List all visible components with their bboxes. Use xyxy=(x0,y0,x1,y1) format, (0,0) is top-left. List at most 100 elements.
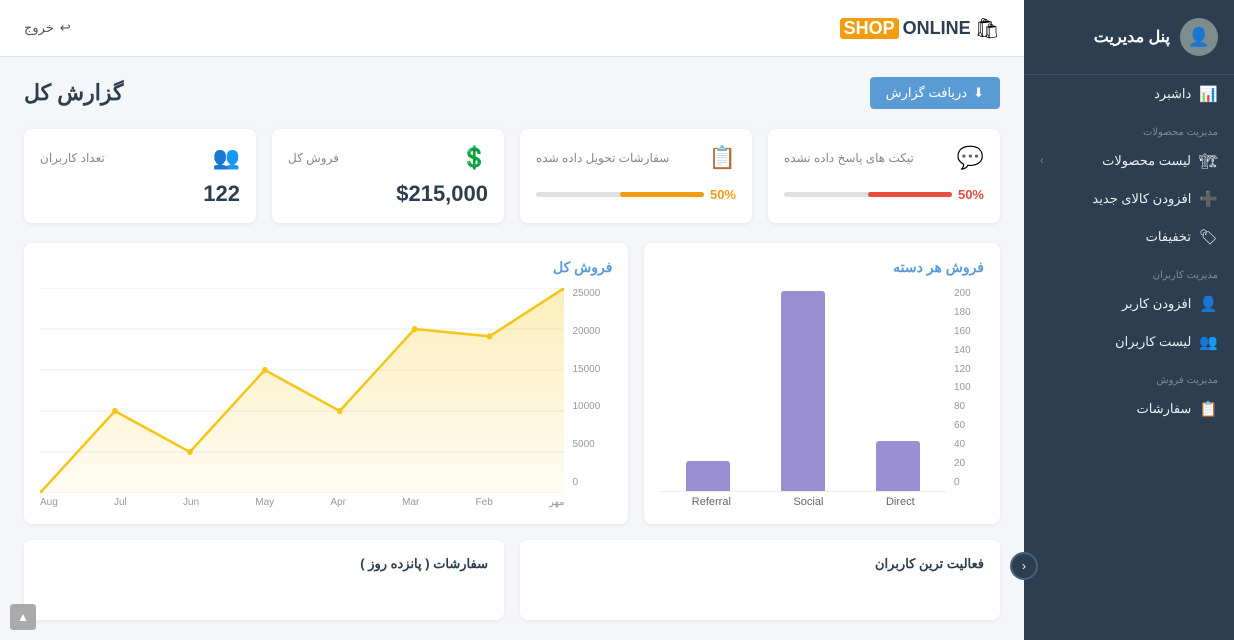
orders-icon: 📋 xyxy=(1199,400,1218,418)
sidebar-item-label: لیست محصولات xyxy=(1102,153,1191,169)
bar-social-rect xyxy=(781,291,825,491)
sidebar-toggle-button[interactable]: ‹ xyxy=(1010,552,1038,580)
dot xyxy=(262,367,268,373)
x-label: مهر xyxy=(549,497,564,508)
x-label: Jul xyxy=(114,497,127,508)
download-icon: ⬇ xyxy=(973,85,984,101)
line-chart-card: فروش کل 25000 20000 15000 10000 5000 0 xyxy=(24,243,628,524)
bottom-orders-title: فعالیت ترین کاربران xyxy=(536,556,984,572)
stat-card-tickets: 💬 تیکت های پاسخ داده نشده 50% xyxy=(768,129,1000,223)
section-label-users: مدیریت کاربران xyxy=(1024,256,1234,285)
sidebar-item-dashboard[interactable]: 📊 داشبرد xyxy=(1024,75,1234,113)
users-value: 122 xyxy=(40,181,240,207)
user-list-icon: 👥 xyxy=(1199,333,1218,351)
report-button[interactable]: ⬇ دریافت گزارش xyxy=(870,77,1000,109)
y-label: 100 xyxy=(954,382,971,393)
sidebar-item-user-list[interactable]: 👥 لیست کاربران xyxy=(1024,323,1234,361)
topbar: 🛍 ONLINE SHOP ↩ خروج xyxy=(0,0,1024,57)
section-label-products: مدیریت محصولات xyxy=(1024,113,1234,142)
bar-referral xyxy=(686,461,730,491)
chevron-icon: › xyxy=(1040,155,1044,167)
stat-card-orders: 📋 سفارشات تحویل داده شده 50% xyxy=(520,129,752,223)
sidebar-item-product-list[interactable]: 🏗 لیست محصولات › xyxy=(1024,142,1234,180)
orders-bar-bg xyxy=(536,192,704,197)
x-label: Apr xyxy=(330,497,346,508)
x-label: Aug xyxy=(40,497,58,508)
y-label: 80 xyxy=(954,401,965,412)
line-chart-title: فروش کل xyxy=(40,259,612,276)
bar-chart-title: فروش هر دسته xyxy=(660,259,984,276)
bar-label-direct: Direct xyxy=(886,496,915,508)
exit-arrow-icon: ↩ xyxy=(60,20,71,36)
dashboard-icon: 📊 xyxy=(1199,85,1218,103)
sidebar-item-label: تخفیفات xyxy=(1146,229,1191,245)
x-label: Feb xyxy=(476,497,493,508)
sales-icon: 💲 xyxy=(461,145,488,171)
bar-social xyxy=(781,291,825,491)
dot xyxy=(112,408,118,414)
scroll-up-btn[interactable]: ▲ xyxy=(10,604,36,630)
ly-label: 20000 xyxy=(572,326,600,337)
bottom-card-orders: فعالیت ترین کاربران xyxy=(520,540,1000,620)
ly-label: 15000 xyxy=(572,364,600,375)
add-product-icon: ➕ xyxy=(1199,190,1218,208)
bar-chart-card: فروش هر دسته 200 180 160 140 120 100 80 … xyxy=(644,243,1000,524)
sales-value: $215,000 xyxy=(288,181,488,207)
orders-stat-icon: 📋 xyxy=(709,145,736,171)
orders-pct: 50% xyxy=(710,187,736,202)
sidebar-item-discounts[interactable]: 🏷 تخفیفات xyxy=(1024,218,1234,256)
tickets-icon: 💬 xyxy=(957,145,984,171)
stat-card-sales: 💲 فروش کل $215,000 xyxy=(272,129,504,223)
line-chart-svg xyxy=(40,288,564,493)
bottom-row: فعالیت ترین کاربران سفارشات ( پانزده روز… xyxy=(24,540,1000,620)
tickets-pct: 50% xyxy=(958,187,984,202)
x-label: May xyxy=(255,497,274,508)
y-label: 160 xyxy=(954,326,971,337)
product-list-icon: 🏗 xyxy=(1199,152,1218,170)
dot xyxy=(487,333,493,339)
logo-bag-icon: 🛍 xyxy=(975,16,1000,41)
charts-row: فروش هر دسته 200 180 160 140 120 100 80 … xyxy=(24,243,1000,524)
sidebar-title: پنل مدیریت xyxy=(1094,27,1170,47)
main-content: 🛍 ONLINE SHOP ↩ خروج ⬇ دریافت گزارش گزار… xyxy=(0,0,1024,640)
x-label: Mar xyxy=(402,497,419,508)
stat-cards: 💬 تیکت های پاسخ داده نشده 50% 📋 سفارشات … xyxy=(24,129,1000,223)
page-title: گزارش کل xyxy=(24,80,123,106)
users-stat-icon: 👥 xyxy=(213,145,240,171)
avatar: 👤 xyxy=(1180,18,1218,56)
section-label-sales: مدیریت فروش xyxy=(1024,361,1234,390)
sidebar-item-add-product[interactable]: ➕ افزودن کالای جدید xyxy=(1024,180,1234,218)
add-user-icon: 👤 xyxy=(1199,295,1218,313)
page-header: ⬇ دریافت گزارش گزارش کل xyxy=(24,77,1000,109)
sidebar-item-label: افزودن کاربر xyxy=(1122,296,1191,312)
y-label: 200 xyxy=(954,288,971,299)
orders-label: سفارشات تحویل داده شده xyxy=(536,151,669,165)
sidebar: 👤 پنل مدیریت 📊 داشبرد مدیریت محصولات 🏗 ل… xyxy=(1024,0,1234,640)
discount-icon: 🏷 xyxy=(1199,228,1218,246)
y-label: 20 xyxy=(954,458,965,469)
bar-direct xyxy=(876,441,920,491)
x-label: Jun xyxy=(183,497,199,508)
stat-card-users: 👥 تعداد کاربران 122 xyxy=(24,129,256,223)
sidebar-item-label: لیست کاربران xyxy=(1115,334,1191,350)
exit-button[interactable]: ↩ خروج xyxy=(24,20,71,36)
sidebar-item-label: سفارشات xyxy=(1137,401,1192,417)
y-label: 120 xyxy=(954,364,971,375)
ly-label: 10000 xyxy=(572,401,600,412)
sidebar-item-label: افزودن کالای جدید xyxy=(1092,191,1191,207)
logo: 🛍 ONLINE SHOP xyxy=(840,16,1000,41)
ly-label: 0 xyxy=(572,477,578,488)
y-label: 140 xyxy=(954,345,971,356)
sidebar-header: 👤 پنل مدیریت xyxy=(1024,0,1234,75)
logo-shop: SHOP xyxy=(840,18,899,39)
sidebar-item-label: داشبرد xyxy=(1154,86,1191,102)
dot xyxy=(187,449,193,455)
logo-online: ONLINE xyxy=(903,18,971,39)
bar-label-referral: Referral xyxy=(692,496,731,508)
sidebar-item-orders[interactable]: 📋 سفارشات xyxy=(1024,390,1234,428)
sidebar-item-add-user[interactable]: 👤 افزودن کاربر xyxy=(1024,285,1234,323)
ly-label: 25000 xyxy=(572,288,600,299)
tickets-label: تیکت های پاسخ داده نشده xyxy=(784,151,914,165)
dot xyxy=(337,408,343,414)
users-label: تعداد کاربران xyxy=(40,151,105,165)
